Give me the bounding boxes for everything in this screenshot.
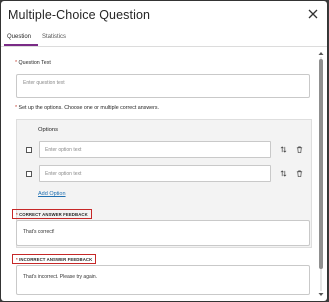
correct-feedback-label-text: CORRECT ANSWER FEEDBACK (19, 212, 88, 217)
reorder-arrows-icon[interactable] (280, 146, 287, 153)
option-1-correct-checkbox[interactable] (26, 147, 32, 153)
vertical-scrollbar[interactable] (318, 51, 324, 297)
multiple-choice-question-dialog: Multiple-Choice Question Question Statis… (1, 1, 327, 301)
correct-feedback-input[interactable]: That's correct! (16, 220, 310, 246)
options-header: Options (38, 127, 58, 133)
trash-icon[interactable] (296, 146, 303, 153)
correct-feedback-value: That's correct! (23, 229, 55, 235)
options-instruction: * Set up the options. Choose one or mult… (15, 105, 159, 111)
scroll-up-icon[interactable] (318, 51, 324, 56)
question-text-input[interactable]: Enter question text (16, 74, 310, 98)
required-marker: * (16, 257, 18, 262)
scroll-down-icon[interactable] (318, 292, 324, 297)
required-marker: * (16, 212, 18, 217)
tab-bar: Question Statistics (1, 30, 327, 47)
required-marker: * (15, 105, 18, 111)
dialog-title: Multiple-Choice Question (8, 8, 151, 22)
incorrect-feedback-input[interactable]: That's incorrect. Please try again. (16, 265, 310, 295)
options-instruction-text: Set up the options. Choose one or multip… (18, 105, 159, 111)
option-1-placeholder: Enter option text (45, 147, 82, 153)
scroll-thumb[interactable] (319, 59, 323, 269)
active-tab-indicator (4, 44, 38, 46)
add-option-link[interactable]: Add Option (38, 191, 66, 197)
correct-feedback-label: * CORRECT ANSWER FEEDBACK (12, 209, 92, 219)
dialog-titlebar: Multiple-Choice Question (1, 1, 327, 29)
close-icon[interactable] (307, 8, 319, 20)
incorrect-feedback-label: * INCORRECT ANSWER FEEDBACK (12, 254, 97, 264)
question-text-label-text: Question Text (18, 60, 51, 66)
option-2-correct-checkbox[interactable] (26, 171, 32, 177)
reorder-arrows-icon[interactable] (280, 170, 287, 177)
trash-icon[interactable] (296, 170, 303, 177)
incorrect-feedback-label-text: INCORRECT ANSWER FEEDBACK (19, 257, 93, 262)
option-2-input[interactable]: Enter option text (39, 165, 271, 182)
question-form: * Question Text Enter question text * Se… (1, 48, 315, 301)
option-2-placeholder: Enter option text (45, 171, 82, 177)
question-text-label: * Question Text (15, 60, 51, 66)
option-1-input[interactable]: Enter option text (39, 141, 271, 158)
tab-question[interactable]: Question (7, 34, 31, 40)
required-marker: * (15, 60, 18, 66)
incorrect-feedback-value: That's incorrect. Please try again. (23, 274, 98, 280)
tab-statistics[interactable]: Statistics (42, 34, 66, 40)
question-text-placeholder: Enter question text (23, 80, 65, 86)
